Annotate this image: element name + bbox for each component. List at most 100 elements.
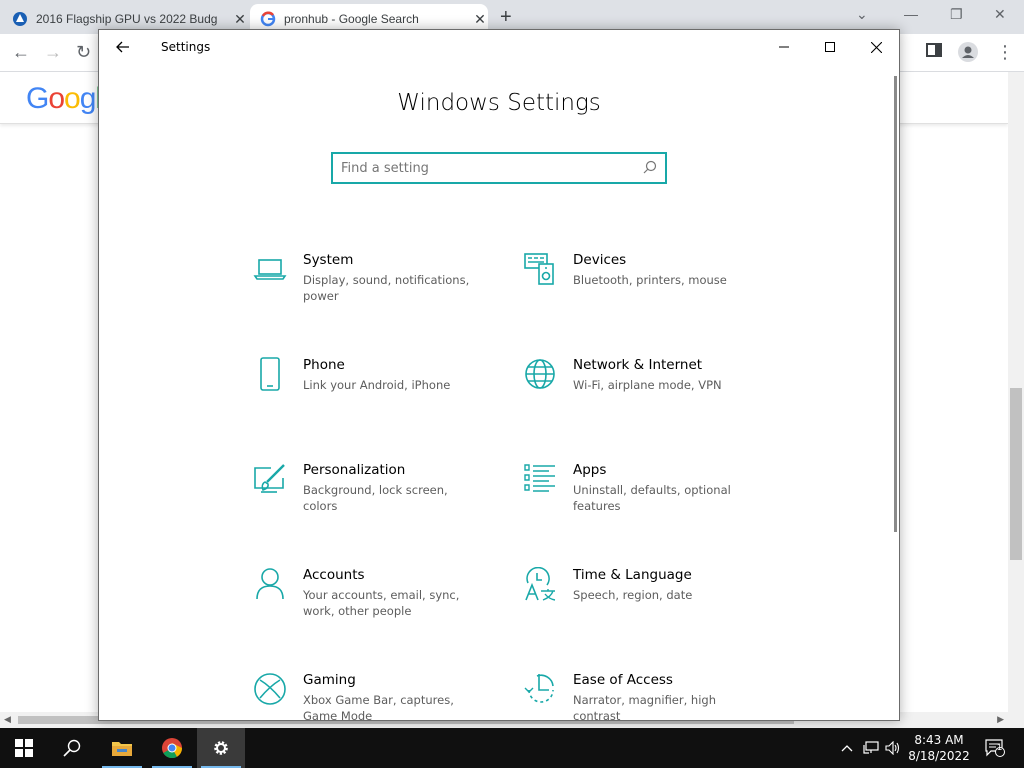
scroll-right-icon[interactable]: ▶ — [997, 714, 1004, 725]
time-language-icon — [523, 566, 559, 603]
folder-icon — [112, 742, 132, 756]
google-logo[interactable]: Googl — [26, 82, 102, 116]
laptop-icon — [253, 252, 289, 288]
side-panel-icon[interactable] — [926, 42, 942, 63]
search-icon — [643, 160, 657, 179]
tile-apps[interactable]: Apps Uninstall, defaults, optional featu… — [523, 462, 773, 542]
search-input[interactable] — [341, 158, 631, 178]
show-hidden-icons-button[interactable] — [836, 728, 858, 768]
minimize-button[interactable] — [761, 30, 807, 64]
network-tray-button[interactable] — [860, 728, 882, 768]
search-button[interactable] — [48, 728, 96, 768]
menu-kebab-icon[interactable]: ⋮ — [996, 42, 1014, 63]
phone-icon — [253, 357, 289, 393]
tile-description: Background, lock screen, colors — [303, 483, 448, 513]
back-arrow-icon — [116, 41, 129, 53]
search-icon — [63, 739, 81, 757]
new-tab-button[interactable]: + — [500, 6, 512, 29]
close-button[interactable] — [853, 30, 899, 64]
apps-list-icon — [523, 462, 559, 498]
tile-name: Phone — [303, 357, 345, 373]
tile-description: Wi-Fi, airplane mode, VPN — [573, 378, 722, 392]
tile-ease-of-access[interactable]: Ease of Access Narrator, magnifier, high… — [523, 672, 773, 721]
clock[interactable]: 8:43 AM 8/18/2022 — [902, 732, 976, 764]
gear-icon — [214, 741, 228, 755]
forward-icon[interactable]: → — [44, 42, 62, 63]
chrome-icon — [162, 738, 183, 759]
tile-network[interactable]: Network & Internet Wi-Fi, airplane mode,… — [523, 357, 773, 437]
logo-letter: o — [64, 82, 81, 115]
clock-time: 8:43 AM — [914, 733, 964, 747]
settings-taskbar-button[interactable] — [197, 728, 245, 768]
tile-description: Your accounts, email, sync, work, other … — [303, 588, 460, 618]
search-box[interactable] — [331, 152, 667, 184]
back-icon[interactable]: ← — [12, 42, 30, 63]
close-icon — [870, 41, 882, 53]
restore-icon[interactable]: ❐ — [950, 6, 963, 23]
tile-gaming[interactable]: Gaming Xbox Game Bar, captures, Game Mod… — [253, 672, 503, 721]
notification-count-badge: 1 — [997, 742, 1003, 752]
tile-phone[interactable]: Phone Link your Android, iPhone — [253, 357, 503, 437]
devices-icon — [523, 252, 559, 288]
tile-description: Bluetooth, printers, mouse — [573, 273, 727, 287]
page-vertical-scrollbar[interactable] — [1008, 72, 1024, 728]
page-title: Windows Settings — [397, 90, 601, 116]
minimize-icon — [779, 46, 789, 48]
profile-avatar-icon[interactable] — [958, 42, 978, 67]
tile-name: Devices — [573, 252, 627, 268]
settings-window: Settings Windows Settings System Display… — [98, 29, 900, 721]
paint-icon — [253, 462, 289, 498]
clock-date: 8/18/2022 — [908, 749, 970, 763]
tab-search-icon[interactable]: ⌄ — [856, 6, 868, 23]
taskbar: 8:43 AM 8/18/2022 1 — [0, 728, 1024, 768]
logo-letter: o — [48, 82, 65, 115]
network-icon — [863, 741, 879, 754]
logo-letter: g — [79, 82, 97, 115]
tile-description: Narrator, magnifier, high contrast — [573, 693, 716, 721]
volume-tray-button[interactable] — [882, 728, 904, 768]
tile-name: Ease of Access — [573, 672, 673, 688]
globe-icon — [523, 357, 559, 393]
tile-description: Link your Android, iPhone — [303, 378, 451, 392]
maximize-button[interactable] — [807, 30, 853, 64]
tile-name: Accounts — [303, 567, 365, 583]
settings-scrollbar[interactable] — [894, 76, 897, 532]
minimize-icon[interactable]: — — [904, 6, 918, 22]
file-explorer-button[interactable] — [98, 728, 146, 768]
action-center-button[interactable]: 1 — [980, 728, 1010, 768]
google-favicon-icon — [260, 11, 276, 27]
xbox-icon — [253, 672, 289, 708]
tile-devices[interactable]: Devices Bluetooth, printers, mouse — [523, 252, 773, 332]
scroll-left-icon[interactable]: ◀ — [4, 714, 11, 725]
chevron-up-icon — [841, 745, 853, 752]
logo-letter: G — [26, 82, 49, 115]
tile-name: Personalization — [303, 462, 406, 478]
tile-name: Time & Language — [573, 567, 692, 583]
window-title: Settings — [161, 40, 211, 54]
tab-close-icon[interactable]: ✕ — [472, 11, 488, 28]
tile-accounts[interactable]: Accounts Your accounts, email, sync, wor… — [253, 567, 503, 647]
tile-system[interactable]: System Display, sound, notifications, po… — [253, 252, 503, 332]
maximize-icon — [825, 42, 835, 52]
tab-close-icon[interactable]: ✕ — [232, 11, 248, 28]
tile-name: Gaming — [303, 672, 356, 688]
start-button[interactable] — [0, 728, 48, 768]
tile-name: Apps — [573, 462, 607, 478]
windows-logo-icon — [15, 739, 33, 757]
tab-title: 2016 Flagship GPU vs 2022 Budg — [36, 12, 218, 26]
back-button[interactable] — [107, 34, 139, 60]
tab-favicon-icon — [12, 11, 28, 27]
tile-name: System — [303, 252, 354, 268]
chrome-button[interactable] — [148, 728, 196, 768]
speaker-icon — [885, 741, 900, 755]
tile-description: Uninstall, defaults, optional features — [573, 483, 731, 513]
tile-time-language[interactable]: Time & Language Speech, region, date — [523, 566, 773, 647]
tile-description: Display, sound, notifications, power — [303, 273, 470, 303]
tab-title: pronhub - Google Search — [284, 12, 419, 26]
tile-personalization[interactable]: Personalization Background, lock screen,… — [253, 462, 503, 542]
reload-icon[interactable]: ↻ — [76, 42, 91, 63]
tile-description: Speech, region, date — [573, 588, 693, 602]
scroll-thumb[interactable] — [1010, 388, 1022, 560]
close-icon[interactable]: ✕ — [994, 6, 1006, 23]
tile-description: Xbox Game Bar, captures, Game Mode — [303, 693, 454, 721]
